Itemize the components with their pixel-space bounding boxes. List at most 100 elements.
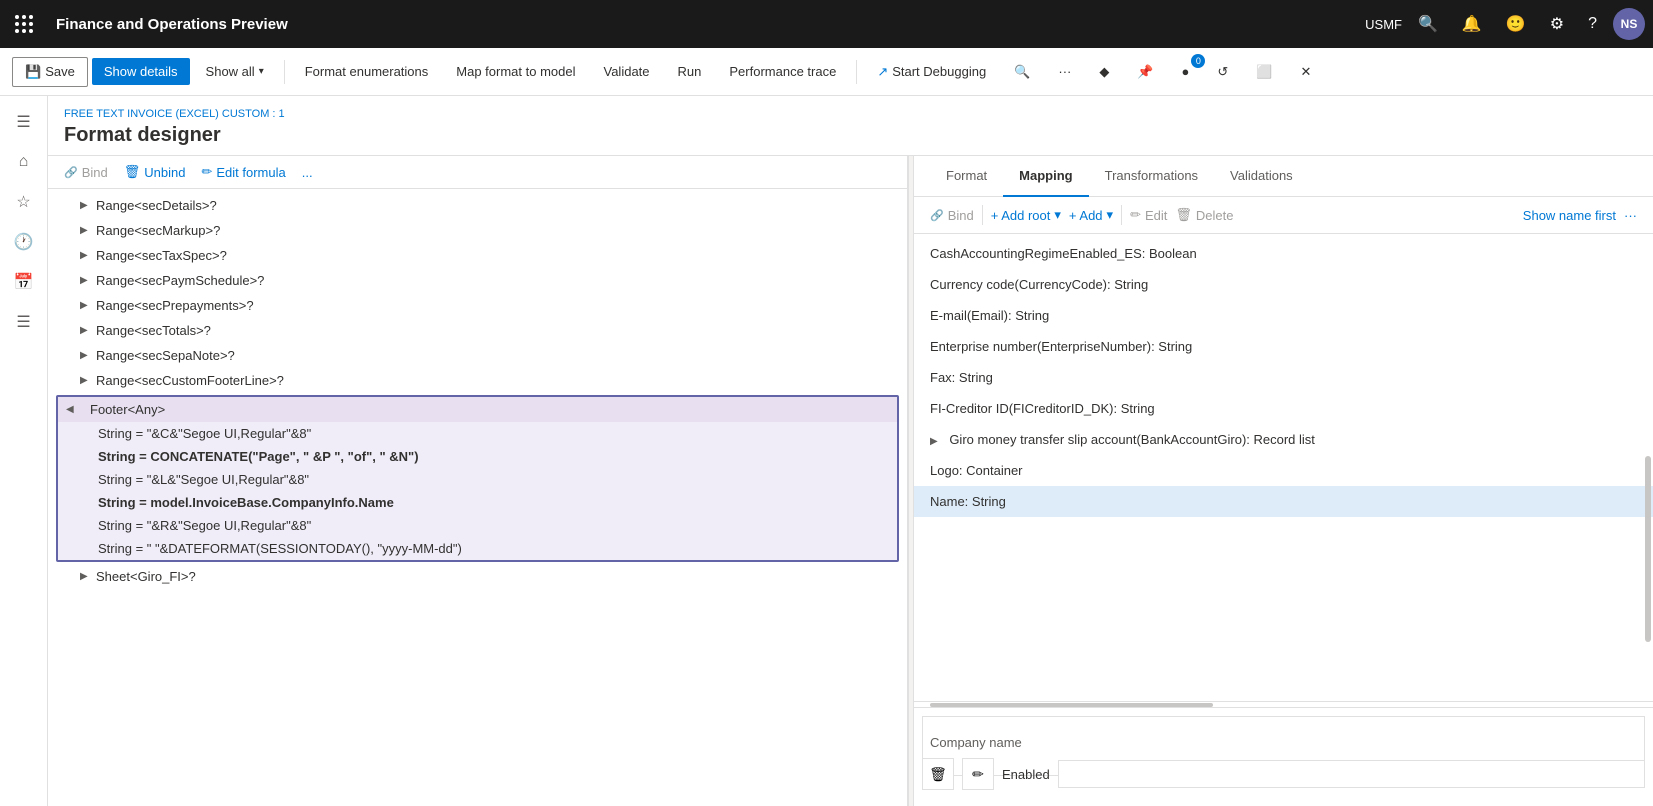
page-header: FREE TEXT INVOICE (EXCEL) CUSTOM : 1 For…	[48, 96, 1653, 156]
toolbar-pin-icon[interactable]: 📌	[1125, 58, 1165, 86]
expand-icon: ▶	[80, 350, 96, 361]
run-button[interactable]: Run	[666, 58, 714, 85]
footer-child-6[interactable]: String = " "&DATEFORMAT(SESSIONTODAY(), …	[58, 537, 897, 560]
right-more-button[interactable]: ···	[1624, 208, 1637, 223]
toolbar-refresh-icon[interactable]: ↺	[1205, 58, 1240, 86]
footer-child-2[interactable]: String = CONCATENATE("Page", " &P ", "of…	[58, 445, 897, 468]
footer-group: ◀ Footer<Any> String = "&C&"Segoe UI,Reg…	[56, 395, 899, 562]
search-icon[interactable]: 🔍	[1410, 10, 1446, 38]
app-title: Finance and Operations Preview	[44, 16, 1361, 33]
sidebar-home-icon[interactable]: ⌂	[6, 144, 42, 180]
footer-child-5[interactable]: String = "&R&"Segoe UI,Regular"&8"	[58, 514, 897, 537]
giro-expand-icon: ▶	[930, 436, 938, 447]
bind-button[interactable]: 🔗 Bind	[64, 165, 108, 180]
data-item-ficreditor[interactable]: FI-Creditor ID(FICreditorID_DK): String	[914, 393, 1653, 424]
expand-icon: ▶	[80, 325, 96, 336]
app-grid-icon[interactable]	[8, 8, 40, 40]
tree-item-sheetgirofi[interactable]: ▶ Sheet<Giro_FI>?	[48, 564, 907, 589]
show-details-button[interactable]: Show details	[92, 58, 190, 85]
help-icon[interactable]: ?	[1580, 11, 1605, 37]
unbind-button[interactable]: 🗑 Unbind	[124, 164, 186, 180]
toolbar-close-icon[interactable]: ✕	[1289, 58, 1324, 86]
delete-formula-button[interactable]: 🗑	[922, 758, 954, 790]
show-name-first-button[interactable]: Show name first	[1523, 208, 1616, 223]
user-avatar[interactable]: NS	[1613, 8, 1645, 40]
footer-group-header[interactable]: ◀ Footer<Any>	[58, 397, 897, 422]
footer-child-3[interactable]: String = "&L&"Segoe UI,Regular"&8"	[58, 468, 897, 491]
tab-validations[interactable]: Validations	[1214, 156, 1309, 197]
right-scroll-bar[interactable]	[1645, 456, 1651, 643]
tree-item-secmarkup[interactable]: ▶ Range<secMarkup>?	[48, 218, 907, 243]
left-panel: 🔗 Bind 🗑 Unbind ✏ Edit formula ...	[48, 156, 908, 806]
add-chevron: ▾	[1107, 207, 1114, 223]
content-area: FREE TEXT INVOICE (EXCEL) CUSTOM : 1 For…	[48, 96, 1653, 806]
start-debugging-button[interactable]: ↗ Start Debugging	[865, 58, 998, 86]
tree-item-sectotals[interactable]: ▶ Range<secTotals>?	[48, 318, 907, 343]
right-delete-icon: 🗑	[1175, 207, 1192, 223]
toolbar-diamond-icon[interactable]: ◆	[1087, 58, 1121, 86]
save-button[interactable]: 💾 Save	[12, 57, 88, 87]
enabled-field[interactable]	[1058, 760, 1645, 788]
bottom-section: Company name 🗑 ✏ Enabled	[914, 707, 1653, 806]
format-enumerations-button[interactable]: Format enumerations	[293, 58, 441, 85]
data-item-logo[interactable]: Logo: Container	[914, 455, 1653, 486]
toolbar-search-icon[interactable]: 🔍	[1002, 58, 1042, 86]
toolbar: 💾 Save Show details Show all ▾ Format en…	[0, 48, 1653, 96]
expand-icon: ▶	[80, 250, 96, 261]
sidebar-star-icon[interactable]: ☆	[6, 184, 42, 220]
footer-child-1[interactable]: String = "&C&"Segoe UI,Regular"&8"	[58, 422, 897, 445]
right-delete-button[interactable]: 🗑 Delete	[1175, 207, 1233, 223]
footer-child-4[interactable]: String = model.InvoiceBase.CompanyInfo.N…	[58, 491, 897, 514]
tree-item-secprepayments[interactable]: ▶ Range<secPrepayments>?	[48, 293, 907, 318]
right-action-bar: 🔗 Bind + Add root ▾ + Add ▾ ✏	[914, 197, 1653, 234]
page-title: Format designer	[64, 124, 1637, 147]
performance-trace-button[interactable]: Performance trace	[717, 58, 848, 85]
data-item-name[interactable]: Name: String	[914, 486, 1653, 517]
feedback-icon[interactable]: 🙂	[1498, 10, 1534, 38]
data-item-enterprise[interactable]: Enterprise number(EnterpriseNumber): Str…	[914, 331, 1653, 362]
tree-item-secdetails[interactable]: ▶ Range<secDetails>?	[48, 193, 907, 218]
validate-button[interactable]: Validate	[592, 58, 662, 85]
toolbar-more-button[interactable]: ···	[1046, 58, 1083, 85]
tree-item-seccustomfooterline[interactable]: ▶ Range<secCustomFooterLine>?	[48, 368, 907, 393]
top-nav-bar: Finance and Operations Preview USMF 🔍 🔔 …	[0, 0, 1653, 48]
map-format-to-model-button[interactable]: Map format to model	[444, 58, 587, 85]
data-item-giro[interactable]: ▶ Giro money transfer slip account(BankA…	[914, 424, 1653, 455]
notification-icon[interactable]: 🔔	[1454, 10, 1490, 38]
settings-icon[interactable]: ⚙	[1542, 10, 1572, 38]
left-more-button[interactable]: ...	[302, 165, 313, 180]
edit-formula-button-bottom[interactable]: ✏	[962, 758, 994, 790]
data-list: CashAccountingRegimeEnabled_ES: Boolean …	[914, 234, 1653, 701]
add-root-button[interactable]: + Add root ▾	[991, 207, 1061, 223]
tab-bar: Format Mapping Transformations Validatio…	[914, 156, 1653, 197]
add-root-chevron: ▾	[1054, 207, 1061, 223]
show-all-button[interactable]: Show all ▾	[194, 58, 276, 85]
left-sidebar: ☰ ⌂ ☆ 🕐 📅 ☰	[0, 96, 48, 806]
expand-icon: ▶	[80, 300, 96, 311]
edit-formula-button[interactable]: ✏ Edit formula	[201, 164, 285, 180]
right-edit-button[interactable]: ✏ Edit	[1130, 207, 1167, 223]
right-bind-button[interactable]: 🔗 Bind	[930, 208, 974, 223]
sidebar-menu-icon[interactable]: ☰	[6, 104, 42, 140]
expand-icon: ▶	[80, 571, 96, 582]
sidebar-calendar-icon[interactable]: 📅	[6, 264, 42, 300]
add-button[interactable]: + Add ▾	[1069, 207, 1113, 223]
tree-item-secpaymschedule[interactable]: ▶ Range<secPaymSchedule>?	[48, 268, 907, 293]
sidebar-list-icon[interactable]: ☰	[6, 304, 42, 340]
tab-transformations[interactable]: Transformations	[1089, 156, 1214, 197]
data-item-fax[interactable]: Fax: String	[914, 362, 1653, 393]
footer-header-label: Footer<Any>	[90, 402, 165, 417]
tab-format[interactable]: Format	[930, 156, 1003, 197]
tree-area: ▶ Range<secDetails>? ▶ Range<secMarkup>?…	[48, 189, 907, 806]
show-all-chevron: ▾	[259, 66, 264, 77]
data-item-email[interactable]: E-mail(Email): String	[914, 300, 1653, 331]
tab-mapping[interactable]: Mapping	[1003, 156, 1088, 197]
right-edit-icon: ✏	[1130, 207, 1141, 223]
toolbar-open-icon[interactable]: ⬜	[1244, 58, 1284, 86]
sidebar-recent-icon[interactable]: 🕐	[6, 224, 42, 260]
data-item-cashaccounting[interactable]: CashAccountingRegimeEnabled_ES: Boolean	[914, 238, 1653, 269]
tree-item-sectaxspec[interactable]: ▶ Range<secTaxSpec>?	[48, 243, 907, 268]
tree-item-secsepanote[interactable]: ▶ Range<secSepaNote>?	[48, 343, 907, 368]
enabled-label: Enabled	[1002, 767, 1050, 782]
data-item-currencycode[interactable]: Currency code(CurrencyCode): String	[914, 269, 1653, 300]
